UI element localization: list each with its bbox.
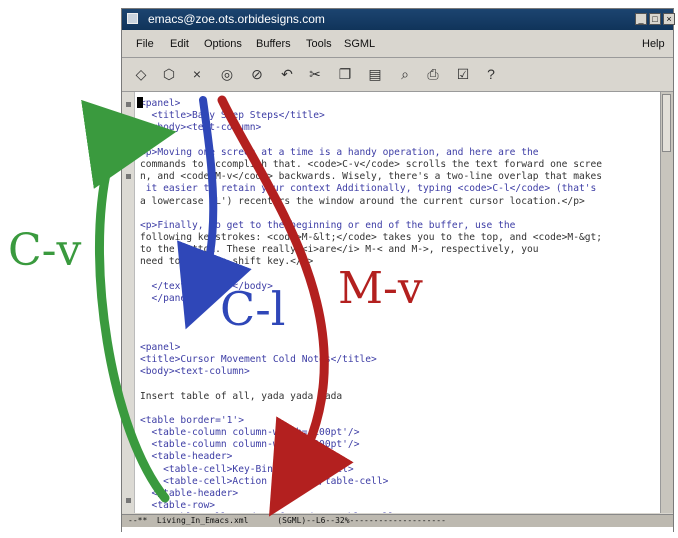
- undo-icon[interactable]: ↶: [278, 65, 296, 83]
- open-dir-icon[interactable]: ⬡: [160, 65, 178, 83]
- buffer-line[interactable]: <table-header>: [140, 451, 660, 463]
- buffer-line[interactable]: following keystrokes: <code>M-&lt;</code…: [140, 232, 660, 244]
- text-cursor: [137, 97, 143, 108]
- buffer-line[interactable]: <table-cell>Key-Bind</table-cell>: [140, 464, 660, 476]
- buffer-line[interactable]: to the bottom. These really <i>are</i> M…: [140, 244, 660, 256]
- fringe-marker: [126, 498, 131, 503]
- vertical-scrollbar[interactable]: [661, 92, 673, 513]
- close-icon[interactable]: ×: [188, 65, 206, 83]
- buffer-line[interactable]: <body><text-column>: [140, 366, 660, 378]
- tool-bar: ◇ ⬡ × ◎ ⊘ ↶ ✂ ❐ ▤ ⌕ ⎙ ☑ ?: [122, 58, 673, 92]
- scrollbar-thumb[interactable]: [662, 94, 671, 152]
- buffer-line[interactable]: <table-column column-width='100pt'/>: [140, 427, 660, 439]
- buffer-line[interactable]: [140, 317, 660, 329]
- buffer-line[interactable]: Insert table of all, yada yada yada: [140, 391, 660, 403]
- menu-edit[interactable]: Edit: [170, 38, 189, 50]
- buffer-line[interactable]: <p>Moving one screen at a time is a hand…: [140, 147, 660, 159]
- buffer-line[interactable]: <table-cell><code>C-f</code></table-cell…: [140, 512, 660, 513]
- c-l-label: C-l: [220, 282, 286, 336]
- menu-file[interactable]: File: [136, 38, 154, 50]
- buffer-line[interactable]: a lowercase 'L') recenters the window ar…: [140, 196, 660, 208]
- open-file-icon[interactable]: ◇: [132, 65, 150, 83]
- buffer-line[interactable]: it easier to retain your context Additio…: [140, 183, 660, 195]
- maximize-button[interactable]: □: [649, 13, 661, 25]
- menu-sgml[interactable]: SGML: [344, 38, 375, 50]
- buffer-line[interactable]: <table border='1'>: [140, 415, 660, 427]
- menu-options[interactable]: Options: [204, 38, 242, 50]
- buffer-line[interactable]: <body><text-column>: [140, 122, 660, 134]
- buffer-line[interactable]: commands to accomplish that. <code>C-v</…: [140, 159, 660, 171]
- minimize-button[interactable]: _: [635, 13, 647, 25]
- buffer-line[interactable]: [140, 378, 660, 390]
- menu-help[interactable]: Help: [642, 38, 665, 50]
- cut-icon[interactable]: ✂: [306, 65, 324, 83]
- buffer-line[interactable]: [140, 208, 660, 220]
- buffer-line[interactable]: <table-row>: [140, 500, 660, 512]
- help-icon[interactable]: ?: [482, 65, 500, 83]
- buffer-line[interactable]: [140, 135, 660, 147]
- buffer-line[interactable]: <title>Baby Step Steps</title>: [140, 110, 660, 122]
- buffer-line[interactable]: <title>Cursor Movement Cold Notes</title…: [140, 354, 660, 366]
- save-icon[interactable]: ◎: [218, 65, 236, 83]
- buffer-line[interactable]: <p>Finally, to get to the beginning or e…: [140, 220, 660, 232]
- buffer-line[interactable]: <panel>: [140, 342, 660, 354]
- buffer-line[interactable]: <panel>: [140, 98, 660, 110]
- menu-tools[interactable]: Tools: [306, 38, 332, 50]
- window-title: emacs@zoe.ots.orbidesigns.com: [148, 12, 325, 26]
- copy-icon[interactable]: ❐: [336, 65, 354, 83]
- mode-line: --** Living_In_Emacs.xml (SGML)--L6--32%…: [122, 514, 673, 527]
- save-as-icon[interactable]: ⊘: [248, 65, 266, 83]
- buffer-line[interactable]: </table-header>: [140, 488, 660, 500]
- menu-bar: File Edit Options Buffers Tools SGML Hel…: [122, 30, 673, 58]
- buffer-line[interactable]: <table-cell>Action Command</table-cell>: [140, 476, 660, 488]
- paste-icon[interactable]: ▤: [366, 65, 384, 83]
- buffer-line[interactable]: [140, 330, 660, 342]
- buffer-line[interactable]: <table-column column-width='300pt'/>: [140, 439, 660, 451]
- title-bar: emacs@zoe.ots.orbidesigns.com _ □ ×: [122, 9, 675, 30]
- print-icon[interactable]: ⎙: [424, 65, 442, 83]
- m-v-label: M-v: [338, 263, 423, 314]
- buffer-line[interactable]: [140, 403, 660, 415]
- buffer-line[interactable]: n, and <code>M-v</code> backwards. Wisel…: [140, 171, 660, 183]
- fringe-marker: [126, 102, 131, 107]
- c-v-label: C-v: [8, 225, 82, 276]
- minibuffer[interactable]: [122, 527, 673, 532]
- close-window-button[interactable]: ×: [663, 13, 675, 25]
- customize-icon[interactable]: ☑: [454, 65, 472, 83]
- window-menu-icon[interactable]: [127, 13, 138, 24]
- search-icon[interactable]: ⌕: [396, 65, 414, 83]
- fringe-marker: [126, 174, 131, 179]
- menu-buffers[interactable]: Buffers: [256, 38, 291, 50]
- left-fringe: [122, 92, 135, 513]
